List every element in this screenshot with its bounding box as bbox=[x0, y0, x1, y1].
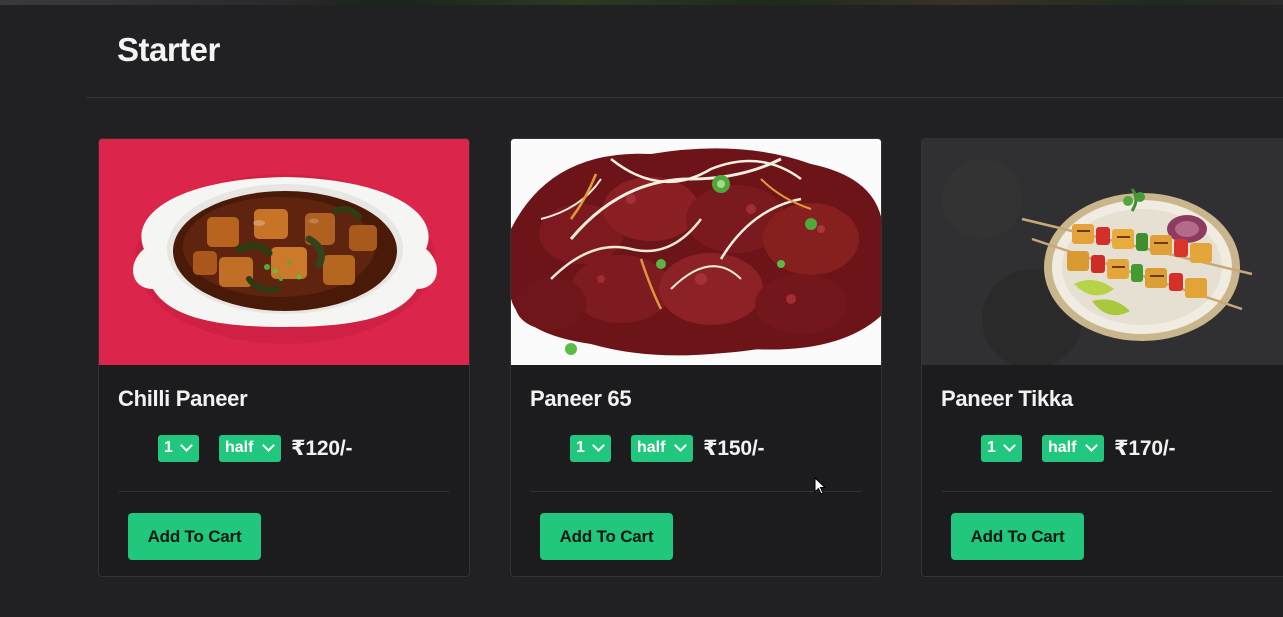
card-divider bbox=[531, 491, 861, 492]
chevron-down-icon bbox=[1085, 438, 1098, 452]
item-price: ₹120/- bbox=[291, 436, 353, 460]
add-to-cart-button[interactable]: Add To Cart bbox=[951, 513, 1084, 560]
item-options: 1 half ₹120/- bbox=[158, 434, 352, 462]
portion-select[interactable]: half bbox=[631, 434, 693, 462]
chilli-paneer-image bbox=[99, 139, 469, 365]
menu-item-card: Paneer Tikka 1 half ₹170/- Add To Cart bbox=[921, 138, 1283, 577]
chevron-down-icon bbox=[674, 438, 687, 452]
item-options: 1 half ₹150/- bbox=[570, 434, 764, 462]
item-options: 1 half ₹170/- bbox=[981, 434, 1175, 462]
quantity-select[interactable]: 1 bbox=[981, 434, 1022, 462]
portion-select[interactable]: half bbox=[219, 434, 281, 462]
item-price: ₹170/- bbox=[1114, 436, 1176, 460]
chevron-down-icon bbox=[180, 438, 193, 452]
menu-page: Starter Chilli Paneer 1 half ₹120/- Add … bbox=[0, 5, 1283, 617]
paneer-tikka-image bbox=[922, 139, 1283, 365]
add-to-cart-button[interactable]: Add To Cart bbox=[540, 513, 673, 560]
chevron-down-icon bbox=[262, 438, 275, 452]
portion-value: half bbox=[1048, 439, 1077, 456]
quantity-select[interactable]: 1 bbox=[158, 434, 199, 462]
chevron-down-icon bbox=[1003, 438, 1016, 452]
card-divider bbox=[942, 491, 1272, 492]
menu-item-card: Paneer 65 1 half ₹150/- Add To Cart bbox=[510, 138, 882, 577]
quantity-value: 1 bbox=[164, 439, 173, 456]
portion-value: half bbox=[225, 439, 254, 456]
quantity-value: 1 bbox=[576, 439, 585, 456]
item-name: Paneer Tikka bbox=[941, 386, 1073, 411]
item-price: ₹150/- bbox=[703, 436, 765, 460]
section-title: Starter bbox=[117, 31, 220, 68]
portion-select[interactable]: half bbox=[1042, 434, 1104, 462]
menu-item-card: Chilli Paneer 1 half ₹120/- Add To Cart bbox=[98, 138, 470, 577]
section-divider bbox=[86, 97, 1283, 98]
quantity-value: 1 bbox=[987, 439, 996, 456]
quantity-select[interactable]: 1 bbox=[570, 434, 611, 462]
portion-value: half bbox=[637, 439, 666, 456]
item-name: Paneer 65 bbox=[530, 386, 632, 411]
paneer-65-image bbox=[511, 139, 881, 365]
item-name: Chilli Paneer bbox=[118, 386, 248, 411]
mouse-pointer-icon bbox=[814, 477, 827, 495]
card-divider bbox=[119, 491, 449, 492]
add-to-cart-button[interactable]: Add To Cart bbox=[128, 513, 261, 560]
chevron-down-icon bbox=[592, 438, 605, 452]
